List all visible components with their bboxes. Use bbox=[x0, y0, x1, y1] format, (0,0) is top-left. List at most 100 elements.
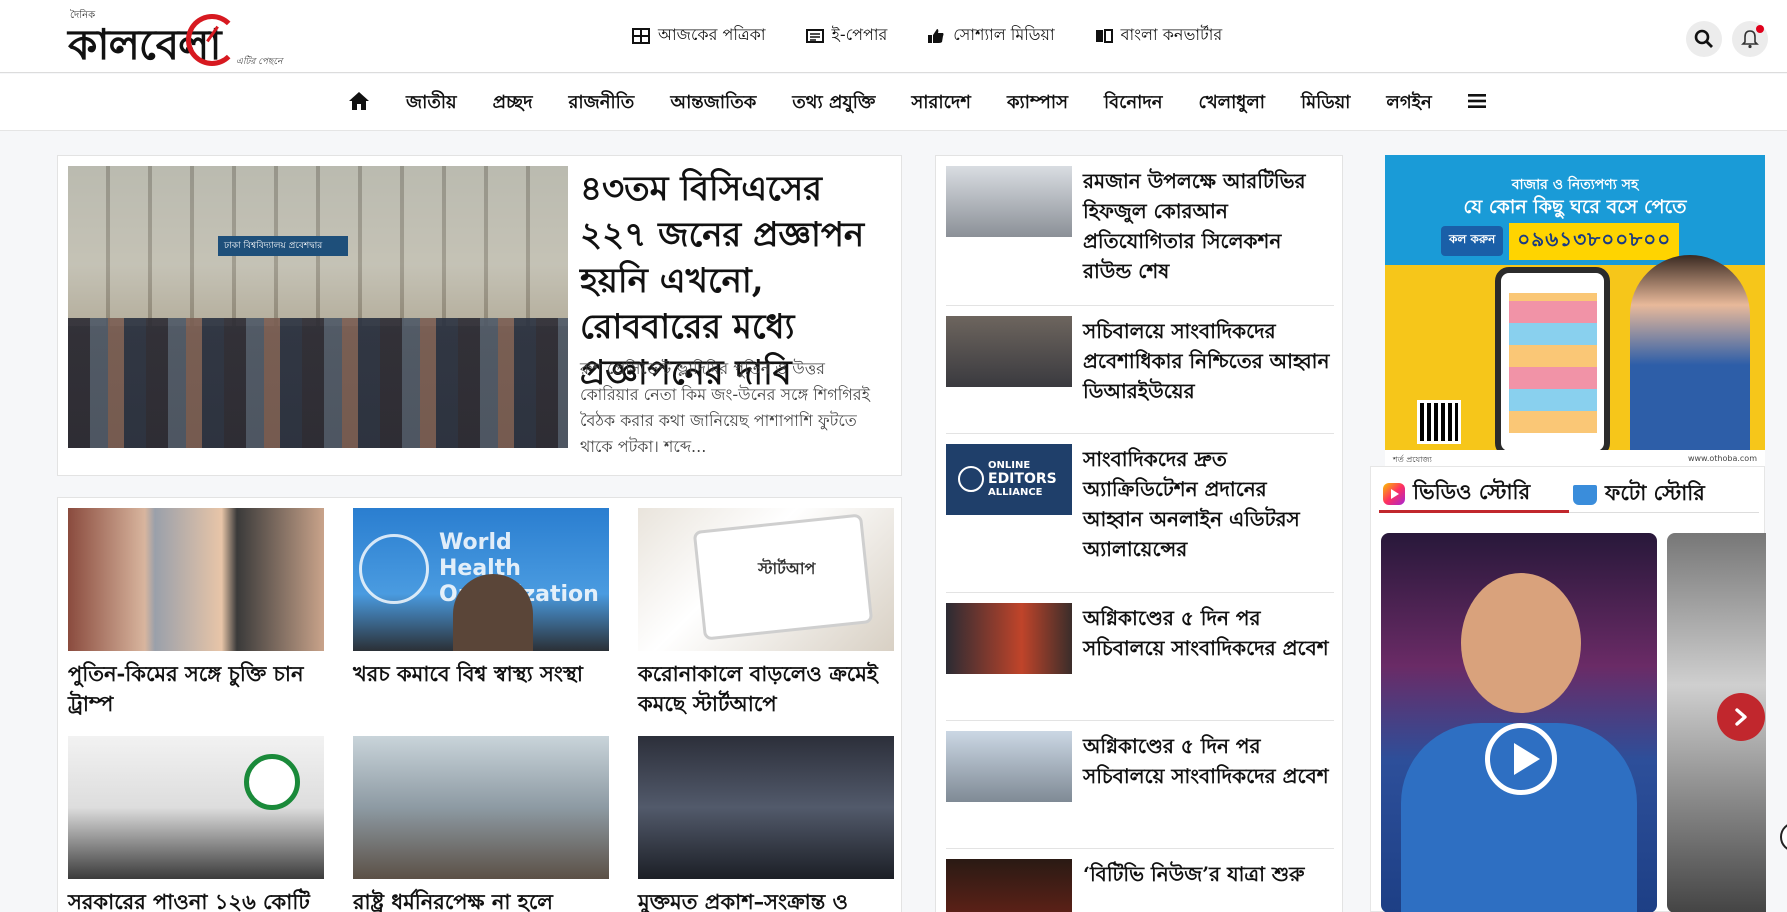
nav-item-politics[interactable]: রাজনীতি bbox=[551, 88, 653, 119]
grid-story[interactable]: রাষ্ট্র ধর্মনিরপেক্ষ না হলে bbox=[353, 736, 609, 912]
editors-alliance-badge: ONLINE EDITORS ALLIANCE bbox=[988, 460, 1057, 499]
list-item-title[interactable]: ‘বিটিভি নিউজ’র যাত্রা শুরু bbox=[1083, 859, 1333, 889]
story-title[interactable]: মুক্তমত প্রকাশ–সংক্রান্ত ও bbox=[638, 887, 894, 912]
qr-code-icon bbox=[1417, 400, 1461, 444]
nav-home[interactable] bbox=[348, 91, 388, 116]
list-item-title[interactable]: অগ্নিকাণ্ডের ৫ দিন পর সচিবালয়ে সাংবাদিক… bbox=[1083, 731, 1333, 791]
list-thumbnail[interactable] bbox=[946, 603, 1072, 674]
story-title[interactable]: পুতিন-কিমের সঙ্গে চুক্তি চান ট্রাম্প bbox=[68, 659, 324, 719]
grid-story[interactable]: মুক্তমত প্রকাশ–সংক্রান্ত ও bbox=[638, 736, 894, 912]
list-item[interactable]: রমজান উপলক্ষে আরটিভির হিফজুল কোরআন প্রতি… bbox=[946, 156, 1334, 306]
tab-photo-story[interactable]: ফটো স্টোরি bbox=[1569, 477, 1759, 513]
ad-footer-url: www.othoba.com bbox=[1687, 454, 1757, 463]
list-item[interactable]: অগ্নিকাণ্ডের ৫ দিন পর সচিবালয়ে সাংবাদিক… bbox=[946, 721, 1334, 849]
nav-item-campus[interactable]: ক্যাম্পাস bbox=[989, 88, 1086, 119]
story-thumbnail[interactable]: স্টার্টআপ bbox=[638, 508, 894, 651]
ad-call-label: কল করুন bbox=[1441, 226, 1504, 256]
video-story-card[interactable] bbox=[1381, 533, 1657, 912]
list-item[interactable]: ‘বিটিভি নিউজ’র যাত্রা শুরু bbox=[946, 849, 1334, 912]
scroll-control-icon[interactable] bbox=[1780, 822, 1787, 852]
quick-links: আজকের পত্রিকা ই-পেপার সোশ্যাল মিডিয়া বা… bbox=[632, 22, 1222, 49]
nav-item-international[interactable]: আন্তজাতিক bbox=[652, 88, 774, 119]
gate-sign-text: ঢাকা বিশ্ববিদ্যালয় প্রবেশদ্বার bbox=[224, 241, 323, 251]
list-thumbnail[interactable] bbox=[946, 166, 1072, 237]
badge-line-editors: EDITORS bbox=[988, 471, 1057, 487]
story-thumbnail[interactable] bbox=[68, 736, 324, 879]
quicklink-label: ই-পেপার bbox=[831, 25, 888, 44]
nav-item-sports[interactable]: খেলাধুলা bbox=[1181, 88, 1283, 119]
list-item[interactable]: ONLINE EDITORS ALLIANCE সাংবাদিকদের দ্রু… bbox=[946, 434, 1334, 593]
ad-footer-note: শর্ত প্রযোজ্য bbox=[1393, 455, 1432, 464]
story-title[interactable]: খরচ কমাবে বিশ্ব স্বাস্থ্য সংস্থা bbox=[353, 659, 609, 689]
tab-label: ভিডিও স্টোরি bbox=[1413, 479, 1531, 504]
un-emblem-icon bbox=[359, 534, 429, 604]
list-thumbnail[interactable] bbox=[946, 316, 1072, 387]
lead-story-excerpt: রুশ প্রেসিডেন্ট ভ্লাদিমির পুতিন ও উত্তর … bbox=[580, 359, 870, 456]
story-thumbnail[interactable] bbox=[638, 736, 894, 879]
top-bar: দৈনিক কালবেলা এটির পেছনে আজকের পত্রিকা ই… bbox=[0, 0, 1787, 73]
category-nav: জাতীয় প্রচ্ছদ রাজনীতি আন্তজাতিক তথ্য প্… bbox=[0, 74, 1787, 131]
official-logo-icon bbox=[244, 754, 300, 810]
story-thumbnail[interactable] bbox=[68, 508, 324, 651]
quicklink-epaper[interactable]: ই-পেপার bbox=[805, 22, 888, 49]
model-photo bbox=[1630, 255, 1750, 455]
speaker-figure bbox=[453, 574, 533, 651]
site-logo[interactable]: দৈনিক কালবেলা এটির পেছনে bbox=[68, 6, 288, 69]
search-button[interactable] bbox=[1686, 21, 1722, 57]
person-face bbox=[1461, 573, 1581, 713]
nav-item-login[interactable]: লগইন bbox=[1368, 88, 1449, 119]
lead-story-image[interactable]: ঢাকা বিশ্ববিদ্যালয় প্রবেশদ্বার bbox=[68, 166, 568, 448]
quicklink-todays-paper[interactable]: আজকের পত্রিকা bbox=[632, 22, 766, 49]
story-title[interactable]: সরকারের পাওনা ১২৬ কোটি bbox=[68, 887, 324, 912]
advertisement-banner[interactable]: বাজার ও নিত্যপণ্য সহ যে কোন কিছু ঘরে বসে… bbox=[1385, 155, 1765, 468]
list-item-title[interactable]: রমজান উপলক্ষে আরটিভির হিফজুল কোরআন প্রতি… bbox=[1083, 166, 1333, 286]
list-item[interactable]: সচিবালয়ে সাংবাদিকদের প্রবেশাধিকার নিশ্চ… bbox=[946, 306, 1334, 434]
play-icon[interactable] bbox=[1485, 723, 1557, 795]
story-thumbnail[interactable] bbox=[353, 736, 609, 879]
quicklink-social-media[interactable]: সোশ্যাল মিডিয়া bbox=[927, 22, 1055, 49]
stories-widget: ভিডিও স্টোরি ফটো স্টোরি bbox=[1370, 466, 1766, 912]
list-item[interactable]: অগ্নিকাণ্ডের ৫ দিন পর সচিবালয়ে সাংবাদিক… bbox=[946, 593, 1334, 721]
chevron-right-icon bbox=[1735, 708, 1747, 726]
stories-tabs: ভিডিও স্টোরি ফটো স্টোরি bbox=[1379, 477, 1759, 513]
story-thumbnail[interactable]: World Health Organization bbox=[353, 508, 609, 651]
list-thumbnail[interactable] bbox=[946, 731, 1072, 802]
grid-icon bbox=[632, 27, 650, 44]
quicklink-label: সোশ্যাল মিডিয়া bbox=[953, 25, 1055, 44]
grid-story[interactable]: World Health Organization খরচ কমাবে বিশ্… bbox=[353, 508, 609, 689]
story-title[interactable]: করোনাকালে বাড়লেও ক্রমেই কমছে স্টার্টআপে bbox=[638, 659, 894, 719]
quicklink-bangla-converter[interactable]: বাংলা কনভার্টার bbox=[1095, 22, 1223, 49]
badge-line-online: ONLINE bbox=[988, 460, 1031, 471]
list-thumbnail[interactable] bbox=[946, 859, 1072, 912]
notification-dot bbox=[1756, 25, 1764, 33]
nav-item-entertainment[interactable]: বিনোদন bbox=[1086, 88, 1181, 119]
grid-story[interactable]: সরকারের পাওনা ১২৬ কোটি bbox=[68, 736, 324, 912]
nav-item-tech[interactable]: তথ্য প্রযুক্তি bbox=[774, 88, 893, 119]
logo-tagline: এটির পেছনে bbox=[236, 57, 283, 67]
smartphone-illustration bbox=[1495, 267, 1610, 457]
quicklink-label: বাংলা কনভার্টার bbox=[1120, 25, 1223, 44]
nav-item-country[interactable]: সারাদেশ bbox=[893, 88, 989, 119]
grid-story[interactable]: স্টার্টআপ করোনাকালে বাড়লেও ক্রমেই কমছে … bbox=[638, 508, 894, 719]
home-icon bbox=[349, 92, 369, 110]
search-icon bbox=[1694, 29, 1713, 48]
list-item-title[interactable]: অগ্নিকাণ্ডের ৫ দিন পর সচিবালয়ে সাংবাদিক… bbox=[1083, 603, 1333, 663]
grid-story[interactable]: পুতিন-কিমের সঙ্গে চুক্তি চান ট্রাম্প bbox=[68, 508, 324, 719]
gate-sign: ঢাকা বিশ্ববিদ্যালয় প্রবেশদ্বার bbox=[218, 236, 348, 256]
nav-item-national[interactable]: জাতীয় bbox=[388, 88, 475, 119]
list-item-title[interactable]: সাংবাদিকদের দ্রুত অ্যাক্রিডিটেশন প্রদানে… bbox=[1083, 444, 1333, 564]
nav-item-media[interactable]: মিডিয়া bbox=[1283, 88, 1368, 119]
nav-item-cover[interactable]: প্রচ্ছদ bbox=[475, 88, 551, 119]
logo-clock-icon bbox=[186, 14, 238, 66]
thumbs-up-icon bbox=[928, 28, 944, 43]
lead-story[interactable]: ঢাকা বিশ্ববিদ্যালয় প্রবেশদ্বার ৪৩তম বিস… bbox=[57, 155, 902, 476]
list-item-title[interactable]: সচিবালয়ে সাংবাদিকদের প্রবেশাধিকার নিশ্চ… bbox=[1083, 316, 1333, 406]
next-story-button[interactable] bbox=[1717, 693, 1765, 741]
crowd-of-people bbox=[68, 318, 568, 448]
story-title[interactable]: রাষ্ট্র ধর্মনিরপেক্ষ না হলে bbox=[353, 887, 609, 912]
notification-button[interactable] bbox=[1732, 21, 1768, 57]
story-grid: পুতিন-কিমের সঙ্গে চুক্তি চান ট্রাম্প Wor… bbox=[57, 497, 902, 912]
nav-menu-button[interactable] bbox=[1450, 93, 1504, 114]
tab-video-story[interactable]: ভিডিও স্টোরি bbox=[1379, 477, 1569, 513]
list-thumbnail[interactable]: ONLINE EDITORS ALLIANCE bbox=[946, 444, 1072, 515]
